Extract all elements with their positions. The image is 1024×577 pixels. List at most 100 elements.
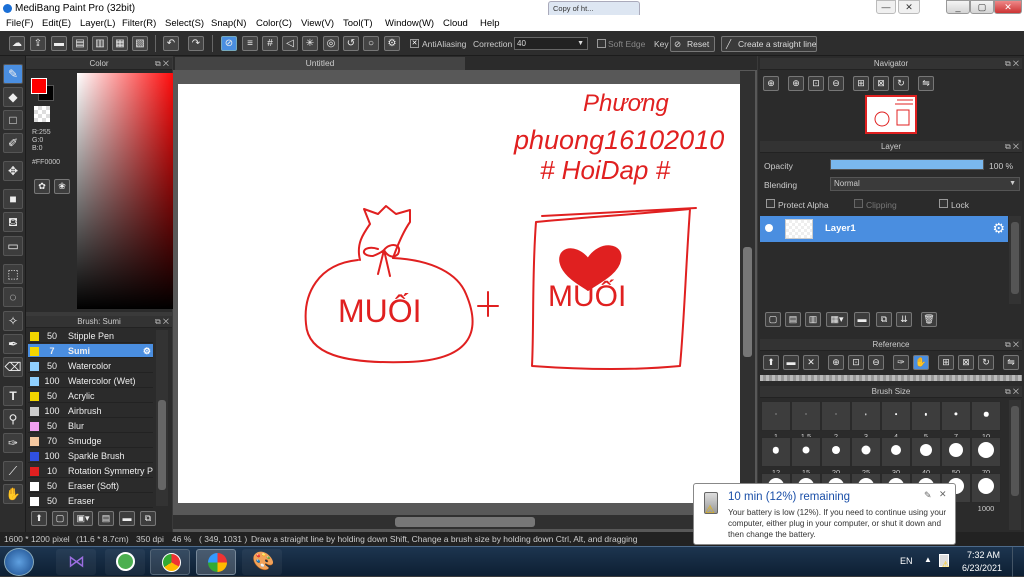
- reference-fit-icon[interactable]: ⊡: [848, 355, 864, 370]
- clock-time[interactable]: 7:32 AM: [967, 550, 1000, 560]
- panel-pop-close-icons[interactable]: ⧉ ✕: [1005, 141, 1019, 153]
- brush-item[interactable]: 50 Watercolor: [28, 359, 153, 373]
- brush-menu-icon[interactable]: ▣▾: [73, 511, 93, 526]
- menu-color[interactable]: Color(C): [256, 18, 292, 29]
- brush-size-cell[interactable]: 1: [761, 401, 791, 441]
- select-pen-tool-icon[interactable]: ✒: [3, 334, 23, 354]
- zoom-in-icon[interactable]: ⊕: [763, 76, 779, 91]
- navigator-thumbnail[interactable]: [865, 95, 917, 134]
- reference-eyedropper-icon[interactable]: ✑: [893, 355, 909, 370]
- concentric-snap-icon[interactable]: ◎: [323, 36, 339, 51]
- brush-size-cell[interactable]: 50: [941, 437, 971, 477]
- brush-size-cell[interactable]: 20: [821, 437, 851, 477]
- brush-copy-icon[interactable]: ▤: [98, 511, 114, 526]
- zoom-out-icon[interactable]: ⊖: [828, 76, 844, 91]
- opacity-slider[interactable]: [830, 159, 984, 170]
- reference-add-icon[interactable]: ⬆: [763, 355, 779, 370]
- menu-select[interactable]: Select(S): [165, 18, 204, 29]
- brush-item[interactable]: 10 Rotation Symmetry P: [28, 464, 153, 478]
- merge-layer-icon[interactable]: ⇊: [896, 312, 912, 327]
- panel-pop-close-icons[interactable]: ⧉ ✕: [1005, 339, 1019, 351]
- drawing-canvas[interactable]: Phương phuong16102010 # HoiDap # MUỐI MU…: [178, 84, 740, 503]
- brush-item[interactable]: 50 Blur: [28, 419, 153, 433]
- pin-icon[interactable]: ✎: [924, 490, 932, 501]
- brush-add-icon[interactable]: ⬆: [31, 511, 47, 526]
- brush-item[interactable]: 50 Acrylic: [28, 389, 153, 403]
- show-desktop-button[interactable]: [1012, 547, 1024, 577]
- scroll-thumb[interactable]: [1011, 406, 1019, 496]
- brush-size-cell[interactable]: 3: [851, 401, 881, 441]
- curve-snap-icon[interactable]: ↺: [343, 36, 359, 51]
- soft-edge-checkbox[interactable]: [597, 39, 606, 48]
- reference-zoom-out-icon[interactable]: ⊖: [868, 355, 884, 370]
- duplicate-layer-icon[interactable]: ⧉: [876, 312, 892, 327]
- scroll-thumb[interactable]: [158, 400, 166, 490]
- brush-size-cell[interactable]: 40: [911, 437, 941, 477]
- panel-pop-close-icons[interactable]: ⧉ ✕: [155, 316, 169, 328]
- reference-close-icon[interactable]: ✕: [803, 355, 819, 370]
- fit-icon[interactable]: ⊡: [808, 76, 824, 91]
- layer-list-scrollbar[interactable]: [1009, 216, 1021, 304]
- brush-size-cell[interactable]: 30: [881, 437, 911, 477]
- radial-snap-icon[interactable]: ✳: [302, 36, 318, 51]
- brush-delete-icon[interactable]: ⧉: [140, 511, 156, 526]
- taskbar-chrome[interactable]: [150, 549, 190, 575]
- brush-size-cell[interactable]: 4: [881, 401, 911, 441]
- blur-tool-icon[interactable]: ✐: [3, 133, 23, 153]
- brush-item[interactable]: 7 Sumi ⚙: [28, 344, 153, 358]
- brush-item[interactable]: 50 Stipple Pen: [28, 329, 153, 343]
- undo-icon[interactable]: ↶: [163, 36, 179, 51]
- brush-size-cell[interactable]: 12: [761, 437, 791, 477]
- brush-tool-icon[interactable]: ✎: [3, 64, 23, 84]
- reference-fit-screen-icon[interactable]: ⊠: [958, 355, 974, 370]
- chrome-minimize-button[interactable]: —: [876, 0, 896, 14]
- menu-cloud[interactable]: Cloud: [443, 18, 468, 29]
- brush-size-cell[interactable]: 5: [911, 401, 941, 441]
- brush-size-cell[interactable]: 25: [851, 437, 881, 477]
- brush-size-cell[interactable]: 15: [791, 437, 821, 477]
- notification-close-icon[interactable]: ✕: [939, 489, 947, 500]
- select-eraser-tool-icon[interactable]: ⌫: [3, 357, 23, 377]
- flip-icon[interactable]: ⇋: [918, 76, 934, 91]
- blending-select[interactable]: Normal ▼: [830, 177, 1020, 191]
- dot-tool-icon[interactable]: □: [3, 110, 23, 130]
- eraser-tool-icon[interactable]: ◆: [3, 87, 23, 107]
- brush-size-cell[interactable]: 1.5: [791, 401, 821, 441]
- maximize-button[interactable]: ▢: [970, 0, 994, 14]
- operation-tool-icon[interactable]: ⚲: [3, 409, 23, 429]
- select-tool-icon[interactable]: ⬚: [3, 264, 23, 284]
- battery-notification[interactable]: ⚠ 10 min (12%) remaining ✎ ✕ Your batter…: [693, 483, 956, 545]
- reference-zoom-in-icon[interactable]: ⊕: [828, 355, 844, 370]
- new-8bit-layer-icon[interactable]: ▥: [805, 312, 821, 327]
- cloud-icon[interactable]: ☁: [9, 36, 25, 51]
- gear-icon[interactable]: ⚙: [992, 220, 1005, 237]
- lock-checkbox[interactable]: [939, 199, 948, 208]
- brush-list-scrollbar[interactable]: [156, 330, 168, 506]
- trash-icon[interactable]: 🗑: [921, 312, 937, 327]
- menu-snap[interactable]: Snap(N): [211, 18, 246, 29]
- minimize-button[interactable]: _: [946, 0, 970, 14]
- lasso-tool-icon[interactable]: ◌: [3, 287, 23, 307]
- brush-item[interactable]: 100 Sparkle Brush: [28, 449, 153, 463]
- fill-rect-tool-icon[interactable]: ■: [3, 189, 23, 209]
- battery-warning-icon[interactable]: ⚠: [939, 554, 949, 569]
- actual-size-icon[interactable]: ⊞: [853, 76, 869, 91]
- horizontal-scrollbar[interactable]: [173, 515, 740, 529]
- circle-snap-icon[interactable]: ○: [363, 36, 379, 51]
- bucket-tool-icon[interactable]: ⛾: [3, 212, 23, 232]
- panel-pop-close-icons[interactable]: ⧉ ✕: [155, 58, 169, 70]
- language-indicator[interactable]: EN: [900, 556, 913, 566]
- brush-item[interactable]: 70 Smudge: [28, 434, 153, 448]
- horizontal-scroll-thumb[interactable]: [395, 517, 535, 527]
- clock-date[interactable]: 6/23/2021: [962, 563, 1002, 573]
- vertical-scroll-thumb[interactable]: [743, 247, 752, 357]
- brush-size-cell[interactable]: 7: [941, 401, 971, 441]
- grid-icon[interactable]: ▦: [112, 36, 128, 51]
- vertical-scrollbar[interactable]: [740, 71, 755, 526]
- taskbar-medibang[interactable]: [196, 549, 236, 575]
- menu-tool[interactable]: Tool(T): [343, 18, 373, 29]
- vanishing-point-icon[interactable]: ◁: [282, 36, 298, 51]
- layers-icon[interactable]: ▧: [132, 36, 148, 51]
- zoom-in-icon[interactable]: ⊕: [788, 76, 804, 91]
- reference-rotate-icon[interactable]: ↻: [978, 355, 994, 370]
